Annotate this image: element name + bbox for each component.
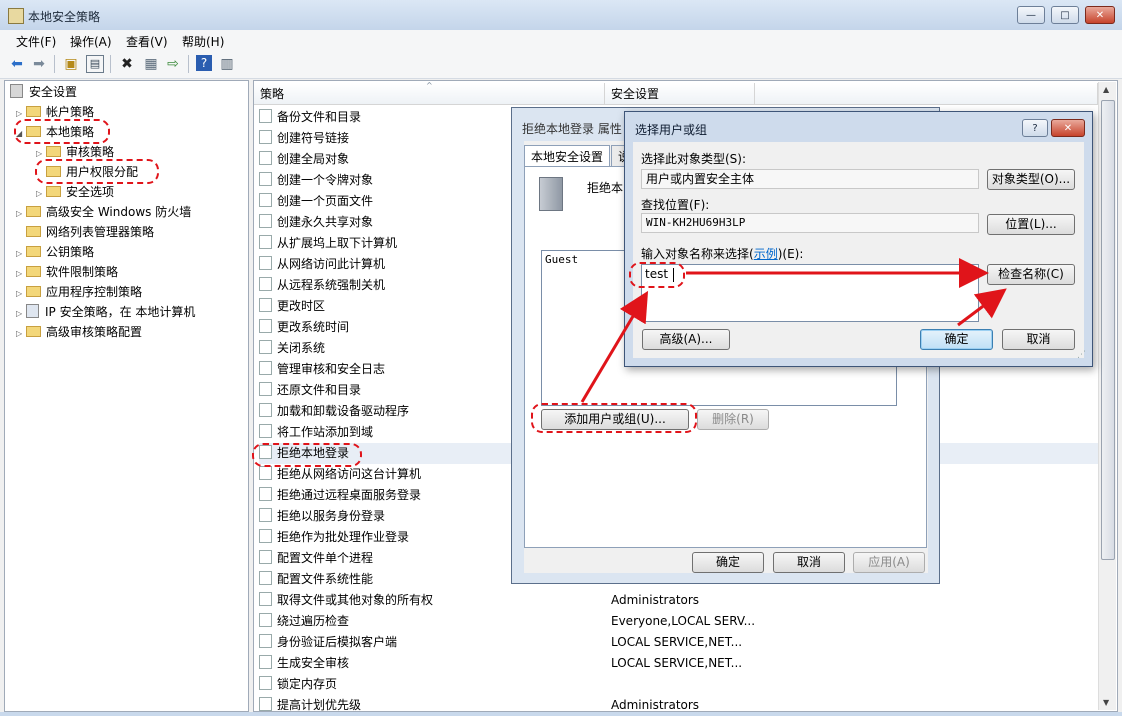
arrow-to-ok — [957, 288, 1007, 327]
arrow-to-name-input — [580, 290, 649, 403]
annotation-arrows — [580, 258, 1007, 403]
local-security-policy-window: 本地安全策略 — □ ✕ 文件(F) 操作(A) 查看(V) 帮助(H) ⬅ ➡… — [0, 0, 1122, 712]
